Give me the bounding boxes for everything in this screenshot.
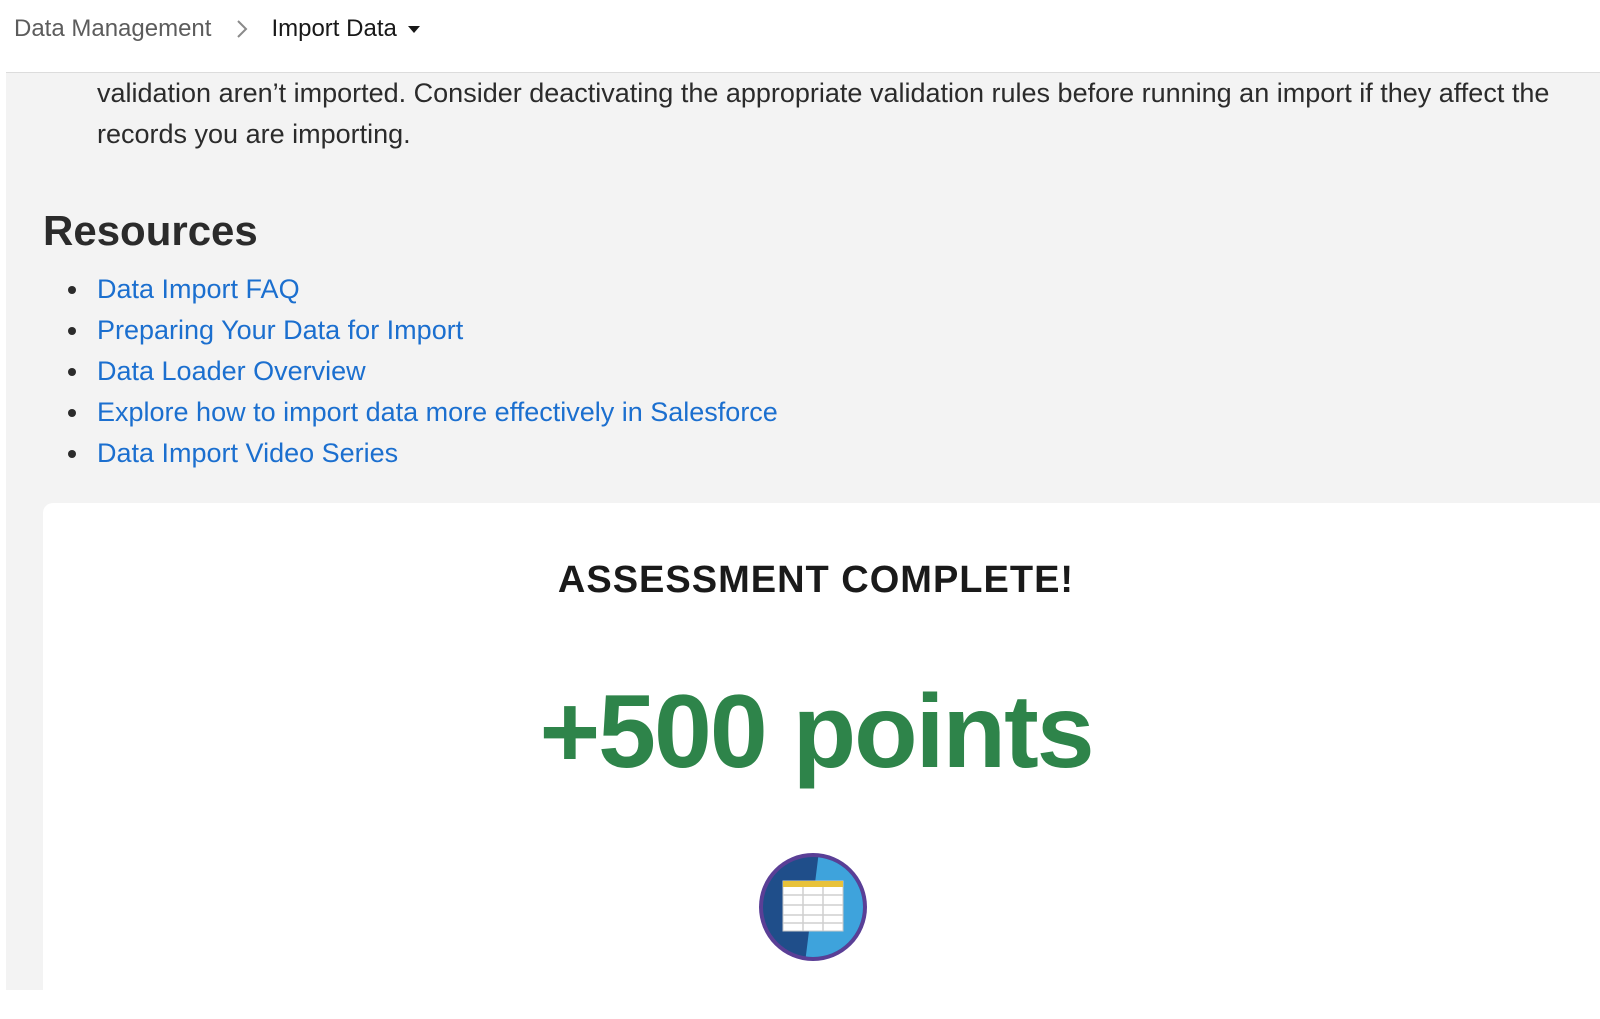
resource-link-preparing-data[interactable]: Preparing Your Data for Import xyxy=(97,315,463,346)
chevron-right-icon xyxy=(235,18,249,40)
assessment-card: ASSESSMENT COMPLETE! +500 points xyxy=(43,503,1600,990)
points-earned: +500 points xyxy=(539,674,1094,790)
list-item: Data Import Video Series xyxy=(68,433,778,474)
bullet xyxy=(68,367,76,376)
bullet xyxy=(68,408,76,417)
intro-paragraph: validation aren’t imported. Consider dea… xyxy=(97,78,1550,149)
resource-link-data-loader[interactable]: Data Loader Overview xyxy=(97,356,366,387)
list-item: Preparing Your Data for Import xyxy=(68,310,778,351)
resources-list: Data Import FAQ Preparing Your Data for … xyxy=(68,269,778,474)
unit-content: validation aren’t imported. Consider dea… xyxy=(6,72,1600,990)
resource-link-video-series[interactable]: Data Import Video Series xyxy=(97,438,398,469)
assessment-title: ASSESSMENT COMPLETE! xyxy=(557,559,1075,601)
breadcrumb-current-label: Import Data xyxy=(271,15,397,42)
top-bar: Data Management Import Data xyxy=(0,0,1600,72)
bullet xyxy=(68,449,76,458)
breadcrumb-current-dropdown[interactable]: Import Data xyxy=(271,15,420,43)
resource-link-faq[interactable]: Data Import FAQ xyxy=(97,274,300,305)
spreadsheet-badge-icon xyxy=(757,851,869,963)
breadcrumb-parent[interactable]: Data Management xyxy=(14,15,211,43)
bullet xyxy=(68,285,76,294)
bullet xyxy=(68,326,76,335)
caret-down-icon xyxy=(407,24,421,34)
list-item: Data Loader Overview xyxy=(68,351,778,392)
resource-link-explore-import[interactable]: Explore how to import data more effectiv… xyxy=(97,397,778,428)
list-item: Explore how to import data more effectiv… xyxy=(68,392,778,433)
list-item: Data Import FAQ xyxy=(68,269,778,310)
resources-heading: Resources xyxy=(43,207,258,254)
